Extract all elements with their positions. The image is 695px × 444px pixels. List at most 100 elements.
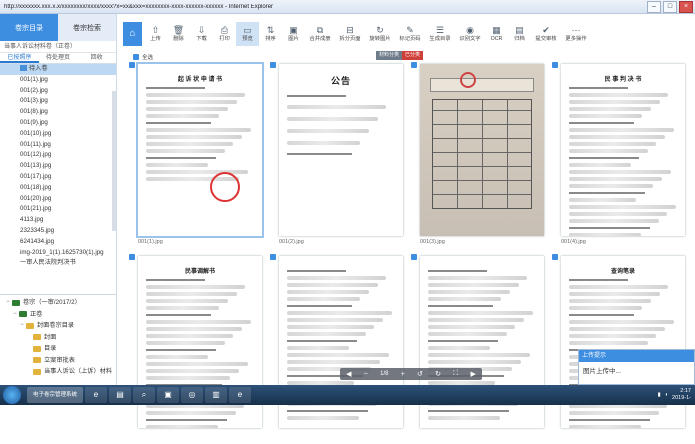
file-item[interactable]: 001(9).jpg	[0, 118, 116, 129]
toolbar-button-review[interactable]: ✔ 提交审核	[531, 22, 561, 46]
file-item[interactable]: 001(8).jpg	[0, 107, 116, 118]
file-group-pending[interactable]: 待入卷	[0, 64, 116, 75]
taskbar-edge-icon[interactable]: e	[229, 387, 251, 403]
network-icon[interactable]: ▮	[658, 392, 661, 398]
subtab-recycle[interactable]: 回收	[77, 53, 116, 63]
subtab-sorted[interactable]: 已按照序	[0, 53, 39, 63]
taskbar-browser-icon[interactable]: ◎	[181, 387, 203, 403]
toolbar-button-ocr[interactable]: ▦ OCR	[485, 22, 508, 46]
zoom-in-icon[interactable]: +	[401, 371, 405, 378]
thumbnail-card[interactable]: 起 诉 状 申 请 书 001(1).jpg	[125, 60, 266, 252]
thumbnail-checkbox[interactable]	[552, 62, 558, 68]
subtab-pending[interactable]: 待处理页	[39, 53, 78, 63]
file-list-scrollbar[interactable]	[112, 91, 116, 231]
file-item[interactable]: 001(3).jpg	[0, 96, 116, 107]
toolbar-button-delete[interactable]: 🗑 删除	[167, 22, 190, 46]
taskbar-folder-icon[interactable]: ▤	[109, 387, 131, 403]
clock[interactable]: 2:17 2019-1-	[672, 388, 691, 402]
maximize-button[interactable]: □	[663, 0, 677, 13]
prev-icon[interactable]: ◀	[346, 370, 351, 378]
toolbar-button-upload[interactable]: ⇧ 上传	[144, 22, 167, 46]
tree-item[interactable]: − 卷宗（一审/2017/2）	[0, 297, 116, 309]
file-item[interactable]: 001(1).jpg	[0, 75, 116, 86]
zoom-out-icon[interactable]: −	[364, 371, 368, 378]
file-item[interactable]: 001(20).jpg	[0, 194, 116, 205]
text-line	[287, 332, 366, 336]
thumbnail-card[interactable]: 公告 001(2).jpg	[266, 60, 407, 252]
minimize-button[interactable]: –	[647, 0, 661, 13]
close-button[interactable]: ×	[679, 0, 693, 13]
text-line	[569, 334, 657, 338]
toolbar-button-more[interactable]: ⋯ 更多操作	[561, 22, 591, 46]
tab-volume-catalog[interactable]: 卷宗目录	[0, 14, 58, 41]
start-button[interactable]	[3, 386, 21, 404]
taskbar-search-icon[interactable]: ⌕	[133, 387, 155, 403]
next-icon[interactable]: ▶	[470, 370, 475, 378]
thumbnail-card[interactable]	[407, 252, 548, 444]
toolbar-button-preview[interactable]: ▭ 预览	[236, 22, 259, 46]
thumbnail-checkbox[interactable]	[411, 62, 417, 68]
toolbar-button-merge[interactable]: ⧉ 合并成册	[305, 22, 335, 46]
tree-item[interactable]: 当事人诉讼（上诉）材料	[0, 366, 116, 378]
taskbar-active-app[interactable]: 电子卷宗管理系统	[27, 387, 83, 403]
file-item[interactable]: 2323345.jpg	[0, 226, 116, 237]
tree-item[interactable]: 目录	[0, 343, 116, 355]
thumbnail-checkbox[interactable]	[129, 62, 135, 68]
thumbnail-checkbox[interactable]	[270, 254, 276, 260]
tab-volume-search[interactable]: 卷宗检索	[58, 14, 116, 41]
thumbnail-card[interactable]: 民事调解书	[125, 252, 266, 444]
file-item[interactable]: 001(10).jpg	[0, 129, 116, 140]
file-item[interactable]: 一审人民法院判决书	[0, 258, 116, 269]
thumbnail-checkbox[interactable]	[270, 62, 276, 68]
file-item[interactable]: 001(21).jpg	[0, 204, 116, 215]
fit-icon[interactable]: ⛶	[453, 370, 458, 378]
thumbnail-card[interactable]: 查询笔录	[548, 252, 689, 444]
toolbar-button-mark[interactable]: ✎ 标记页码	[395, 22, 425, 46]
tree-item[interactable]: 立案审批表	[0, 355, 116, 367]
rotate-left-icon[interactable]: ↺	[417, 370, 423, 378]
toolbar-button-download[interactable]: ⇩ 下载	[190, 22, 213, 46]
toolbar-button-image[interactable]: ▣ 图片	[282, 22, 305, 46]
thumbnail-checkbox[interactable]	[552, 254, 558, 260]
file-item[interactable]: 001(11).jpg	[0, 140, 116, 151]
file-item[interactable]: 001(12).jpg	[0, 150, 116, 161]
file-item[interactable]: 001(17).jpg	[0, 172, 116, 183]
rotate-right-icon[interactable]: ↻	[435, 370, 441, 378]
tree-toggle-icon[interactable]: −	[4, 297, 12, 309]
taskbar-ie-icon[interactable]: e	[85, 387, 107, 403]
page-thumbnail[interactable]: 起 诉 状 申 请 书	[136, 62, 264, 238]
thumbnail-checkbox[interactable]	[411, 254, 417, 260]
category-chip[interactable]: 材料分类 已分类	[376, 51, 424, 60]
toolbar-button-sort[interactable]: ⇅ 排序	[259, 22, 282, 46]
tree-item[interactable]: − 封面卷宗目录	[0, 320, 116, 332]
toolbar-button-rotate[interactable]: ↻ 旋转图片	[365, 22, 395, 46]
tree-item[interactable]: − 正卷	[0, 309, 116, 321]
taskbar-app-icon[interactable]: ▣	[157, 387, 179, 403]
page-thumbnail[interactable]: 公告	[279, 64, 403, 236]
file-item[interactable]: 001(18).jpg	[0, 183, 116, 194]
toolbar-button-home[interactable]: ⌂	[123, 22, 142, 46]
file-item[interactable]: 6241434.jpg	[0, 237, 116, 248]
file-item[interactable]: 4113.jpg	[0, 215, 116, 226]
tree-toggle-icon[interactable]: −	[18, 320, 26, 332]
thumbnail-card[interactable]: 民 事 判 决 书 001(4).jpg	[548, 60, 689, 252]
file-item[interactable]: img-2019_1(1).1625730(1).jpg	[0, 248, 116, 259]
page-thumbnail[interactable]: 民 事 判 决 书	[561, 64, 685, 236]
toolbar-button-recognize[interactable]: ◉ 识别文字	[455, 22, 485, 46]
page-thumbnail[interactable]	[420, 64, 544, 236]
toolbar-button-catalog[interactable]: ☰ 生成目录	[425, 22, 455, 46]
tree-item[interactable]: 封面	[0, 332, 116, 344]
toolbar-button-split[interactable]: ⊟ 拆分页面	[335, 22, 365, 46]
file-item[interactable]: 001(13).jpg	[0, 161, 116, 172]
file-item[interactable]: 001(2).jpg	[0, 86, 116, 97]
toolbar-button-print[interactable]: ⎙ 打印	[213, 22, 236, 46]
tree-toggle-icon[interactable]: −	[11, 309, 19, 321]
thumbnail-card[interactable]	[266, 252, 407, 444]
text-line	[146, 341, 225, 345]
toolbar-button-archive[interactable]: ▤ 归档	[508, 22, 531, 46]
thumbnail-card[interactable]: 001(3).jpg	[407, 60, 548, 252]
thumbnail-checkbox[interactable]	[129, 254, 135, 260]
taskbar-files-icon[interactable]: ▥	[205, 387, 227, 403]
volume-icon[interactable]: ◖	[665, 392, 668, 398]
text-line	[569, 184, 654, 188]
